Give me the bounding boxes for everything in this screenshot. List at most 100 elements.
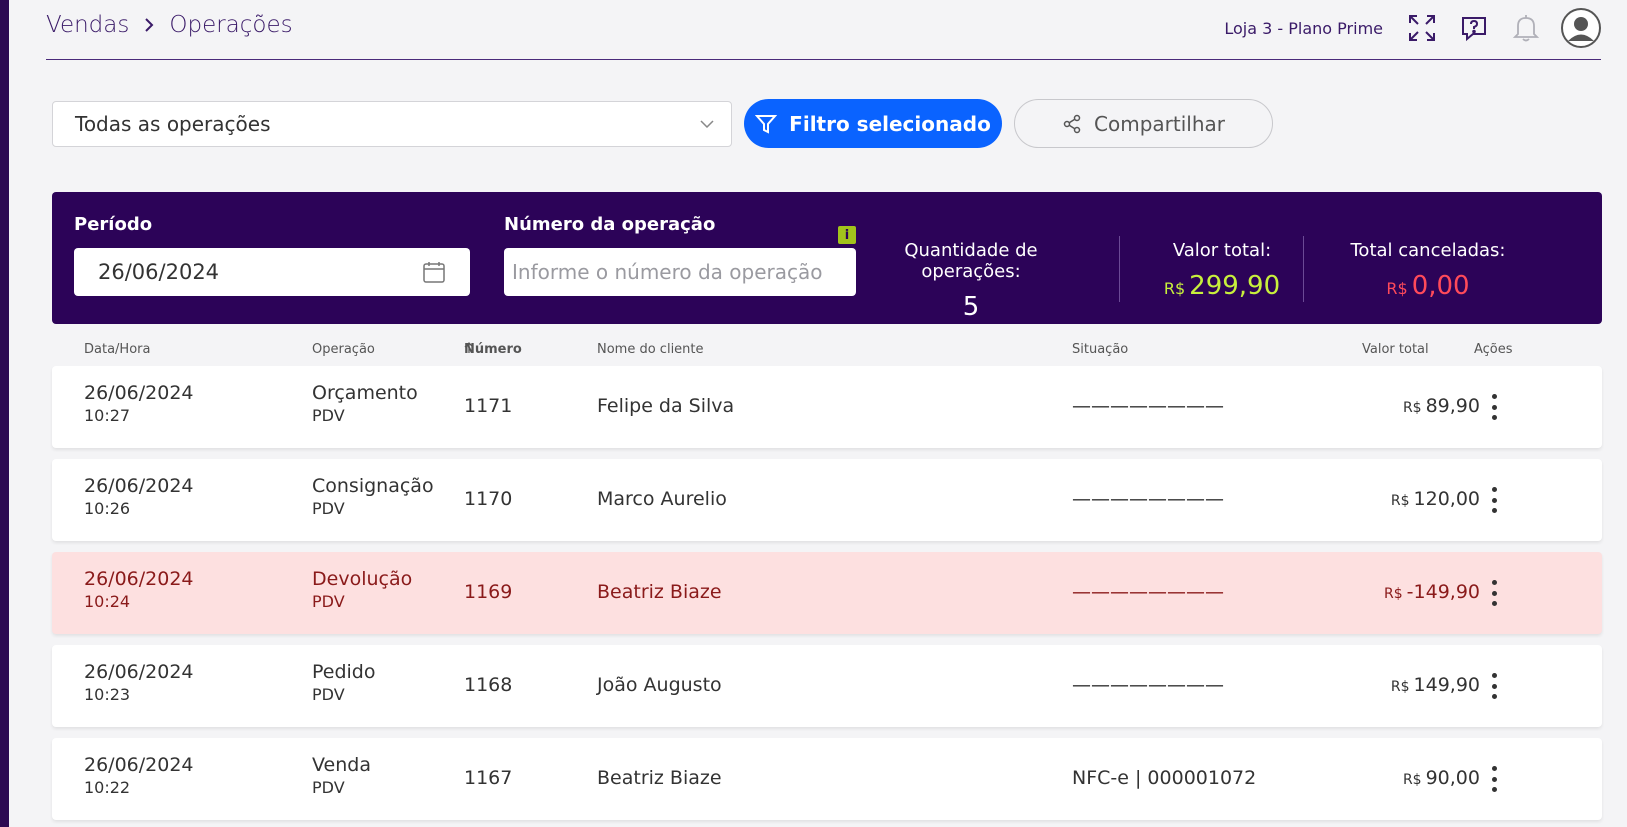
breadcrumb-root[interactable]: Vendas bbox=[46, 12, 129, 38]
row-client: Marco Aurelio bbox=[597, 488, 727, 510]
row-date: 26/06/2024 bbox=[84, 382, 194, 404]
col-client[interactable]: Nome do cliente bbox=[597, 342, 704, 357]
col-operation[interactable]: Operação bbox=[312, 342, 375, 357]
cancelled-currency: R$ bbox=[1386, 279, 1408, 298]
qty-stat: Quantidade de operações: 5 bbox=[858, 240, 1084, 322]
row-time: 10:26 bbox=[84, 499, 131, 518]
row-time: 10:27 bbox=[84, 406, 131, 425]
col-number[interactable]: Número bbox=[464, 342, 522, 357]
share-button[interactable]: Compartilhar bbox=[1014, 99, 1273, 148]
info-icon[interactable]: i bbox=[838, 226, 856, 244]
toolbar: Todas as operações Filtro selecionado Co… bbox=[52, 99, 1273, 148]
fullscreen-icon[interactable] bbox=[1405, 11, 1439, 45]
table-row[interactable]: 26/06/2024 10:27 Orçamento PDV 1171 Felipe… bbox=[52, 366, 1602, 448]
user-avatar[interactable] bbox=[1561, 8, 1601, 48]
row-date: 26/06/2024 bbox=[84, 754, 194, 776]
page: Vendas Operações Loja 3 - Plano Prime To… bbox=[46, 0, 1606, 827]
filter-button[interactable]: Filtro selecionado bbox=[744, 99, 1002, 148]
calendar-icon[interactable] bbox=[422, 260, 446, 284]
row-client: Beatriz Biaze bbox=[597, 767, 722, 789]
row-client: Beatriz Biaze bbox=[597, 581, 722, 603]
store-label[interactable]: Loja 3 - Plano Prime bbox=[1224, 19, 1383, 38]
more-vertical-icon[interactable] bbox=[1482, 485, 1506, 515]
cancelled-stat: Total canceladas: R$ 0,00 bbox=[1328, 240, 1528, 301]
row-channel: PDV bbox=[312, 406, 345, 425]
table-row[interactable]: 26/06/2024 10:22 Venda PDV 1167 Beatriz Bi… bbox=[52, 738, 1602, 820]
more-vertical-icon[interactable] bbox=[1482, 671, 1506, 701]
row-status: ———————— bbox=[1072, 674, 1224, 696]
row-currency: R$ bbox=[1402, 772, 1422, 788]
more-vertical-icon[interactable] bbox=[1482, 764, 1506, 794]
left-sidebar-strip bbox=[0, 0, 9, 827]
row-value: R$ 89,90 bbox=[1403, 395, 1480, 417]
row-date: 26/06/2024 bbox=[84, 568, 194, 590]
total-amount: R$ 299,90 bbox=[1142, 271, 1302, 301]
more-vertical-icon[interactable] bbox=[1482, 392, 1506, 422]
total-currency: R$ bbox=[1163, 279, 1186, 298]
row-date: 26/06/2024 bbox=[84, 475, 194, 497]
bell-icon[interactable] bbox=[1509, 11, 1543, 45]
row-datetime: 26/06/2024 10:22 bbox=[84, 754, 194, 797]
table-header: Data/Hora Operação Número Nome do client… bbox=[52, 342, 1602, 362]
row-op-type: Orçamento bbox=[312, 382, 418, 404]
row-operation: Orçamento PDV bbox=[312, 382, 418, 425]
row-value: R$ 120,00 bbox=[1391, 488, 1480, 510]
row-channel: PDV bbox=[312, 499, 345, 518]
period-date-input[interactable]: 26/06/2024 bbox=[74, 248, 470, 296]
chevron-down-icon bbox=[700, 119, 714, 128]
period-label: Período bbox=[74, 214, 153, 235]
col-number-label: Número bbox=[464, 342, 522, 357]
chevron-right-icon bbox=[145, 18, 154, 32]
cancelled-label: Total canceladas: bbox=[1350, 240, 1506, 261]
operations-select[interactable]: Todas as operações bbox=[52, 100, 732, 147]
operations-select-value: Todas as operações bbox=[75, 111, 271, 136]
header: Vendas Operações Loja 3 - Plano Prime bbox=[46, 0, 1601, 60]
breadcrumb-current: Operações bbox=[169, 12, 293, 38]
cancelled-value: 0,00 bbox=[1411, 271, 1470, 301]
row-number: 1169 bbox=[464, 581, 513, 603]
row-op-type: Pedido bbox=[312, 661, 376, 683]
filter-icon bbox=[755, 114, 778, 134]
col-value[interactable]: Valor total bbox=[1362, 342, 1429, 357]
row-number: 1170 bbox=[464, 488, 513, 510]
row-currency: R$ bbox=[1402, 400, 1422, 416]
col-datetime[interactable]: Data/Hora bbox=[84, 342, 150, 357]
summary-panel: Período 26/06/2024 Número da operação i … bbox=[52, 192, 1602, 324]
row-op-type: Devolução bbox=[312, 568, 413, 590]
divider bbox=[1303, 236, 1304, 302]
share-icon bbox=[1063, 114, 1081, 133]
row-channel: PDV bbox=[312, 592, 345, 611]
header-actions: Loja 3 - Plano Prime bbox=[1224, 8, 1601, 48]
row-currency: R$ bbox=[1390, 679, 1410, 695]
row-status: NFC-e | 000001072 bbox=[1072, 767, 1257, 789]
table-row[interactable]: 26/06/2024 10:23 Pedido PDV 1168 João Augu… bbox=[52, 645, 1602, 727]
row-time: 10:22 bbox=[84, 778, 131, 797]
op-number-input[interactable] bbox=[504, 248, 856, 296]
col-status[interactable]: Situação bbox=[1072, 342, 1128, 357]
row-amount: 89,90 bbox=[1425, 395, 1480, 417]
row-client: Felipe da Silva bbox=[597, 395, 735, 417]
row-status: ———————— bbox=[1072, 395, 1224, 417]
breadcrumb: Vendas Operações bbox=[46, 12, 293, 38]
row-amount: 120,00 bbox=[1413, 488, 1480, 510]
row-amount: -149,90 bbox=[1406, 581, 1480, 603]
row-datetime: 26/06/2024 10:24 bbox=[84, 568, 194, 611]
row-status: ———————— bbox=[1072, 488, 1224, 510]
total-label: Valor total: bbox=[1172, 240, 1272, 261]
qty-label: Quantidade de operações: bbox=[904, 240, 1038, 282]
row-channel: PDV bbox=[312, 685, 345, 704]
row-datetime: 26/06/2024 10:26 bbox=[84, 475, 194, 518]
row-amount: 149,90 bbox=[1413, 674, 1480, 696]
help-icon[interactable] bbox=[1457, 11, 1491, 45]
row-currency: R$ bbox=[1390, 493, 1410, 509]
row-number: 1168 bbox=[464, 674, 513, 696]
more-vertical-icon[interactable] bbox=[1482, 578, 1506, 608]
row-op-type: Venda bbox=[312, 754, 371, 776]
row-channel: PDV bbox=[312, 778, 345, 797]
table-row[interactable]: 26/06/2024 10:26 Consignação PDV 1170 Marc… bbox=[52, 459, 1602, 541]
row-datetime: 26/06/2024 10:23 bbox=[84, 661, 194, 704]
divider bbox=[1119, 236, 1120, 302]
table-row[interactable]: 26/06/2024 10:24 Devolução PDV 1169 Beatri… bbox=[52, 552, 1602, 634]
row-value: R$ -149,90 bbox=[1384, 581, 1480, 603]
total-stat: Valor total: R$ 299,90 bbox=[1142, 240, 1302, 301]
